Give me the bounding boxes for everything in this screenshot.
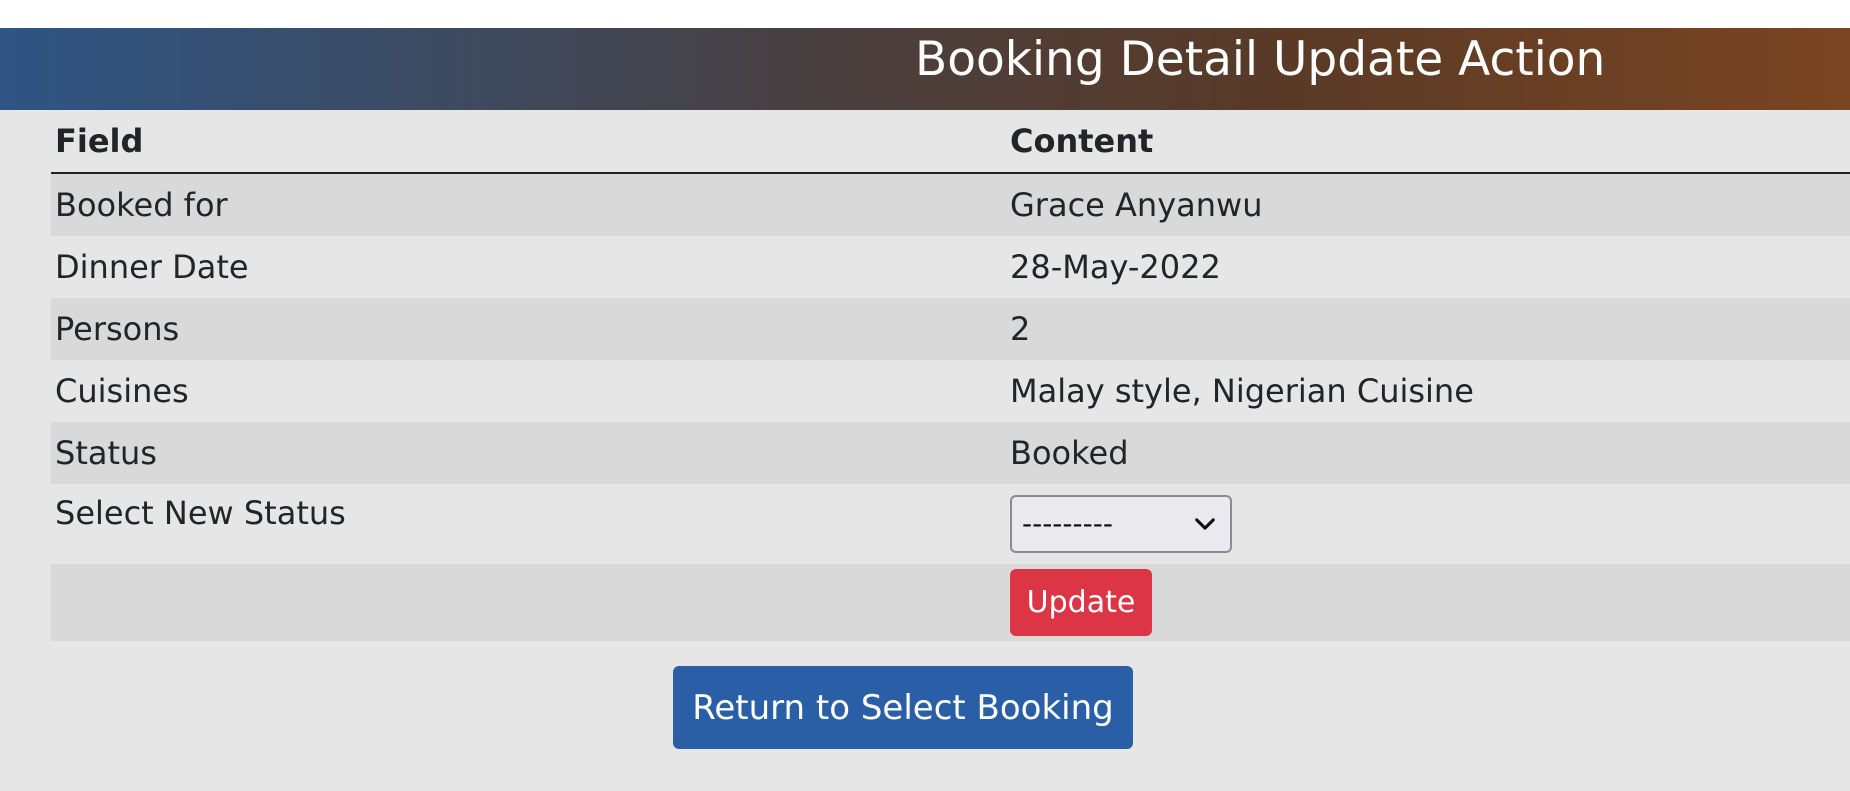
page-title: Booking Detail Update Action — [915, 32, 1606, 87]
row-label-persons: Persons — [51, 298, 1006, 360]
table-header-row: Field Content — [51, 110, 1850, 174]
row-label-cuisines: Cuisines — [51, 360, 1006, 422]
table-row: Dinner Date 28-May-2022 — [51, 236, 1850, 298]
table-row: Booked for Grace Anyanwu — [51, 173, 1850, 236]
page-header-banner: Booking Detail Update Action — [0, 28, 1850, 110]
row-value-update: Update — [1006, 564, 1850, 641]
row-value-cuisines: Malay style, Nigerian Cuisine — [1006, 360, 1850, 422]
table-row: Select New Status --------- — [51, 484, 1850, 564]
chevron-down-icon — [1195, 518, 1215, 530]
row-value-select-new-status: --------- — [1006, 484, 1850, 564]
table-row: Status Booked — [51, 422, 1850, 484]
row-value-persons: 2 — [1006, 298, 1850, 360]
table-row: Persons 2 — [51, 298, 1850, 360]
row-label-select-new-status: Select New Status — [51, 484, 1006, 564]
new-status-select-value: --------- — [1022, 507, 1113, 540]
row-label-dinner-date: Dinner Date — [51, 236, 1006, 298]
column-header-field: Field — [51, 110, 1006, 174]
row-value-booked-for: Grace Anyanwu — [1006, 173, 1850, 236]
table-row: Cuisines Malay style, Nigerian Cuisine — [51, 360, 1850, 422]
column-header-content: Content — [1006, 110, 1850, 174]
row-label-booked-for: Booked for — [51, 173, 1006, 236]
update-button[interactable]: Update — [1010, 569, 1152, 636]
return-to-select-booking-button[interactable]: Return to Select Booking — [673, 666, 1133, 749]
row-label-empty — [51, 564, 1006, 641]
booking-detail-table: Field Content Booked for Grace Anyanwu D… — [51, 110, 1850, 641]
row-value-dinner-date: 28-May-2022 — [1006, 236, 1850, 298]
top-strip — [0, 0, 1850, 28]
table-row: Update — [51, 564, 1850, 641]
row-value-status: Booked — [1006, 422, 1850, 484]
row-label-status: Status — [51, 422, 1006, 484]
new-status-select[interactable]: --------- — [1010, 495, 1232, 553]
